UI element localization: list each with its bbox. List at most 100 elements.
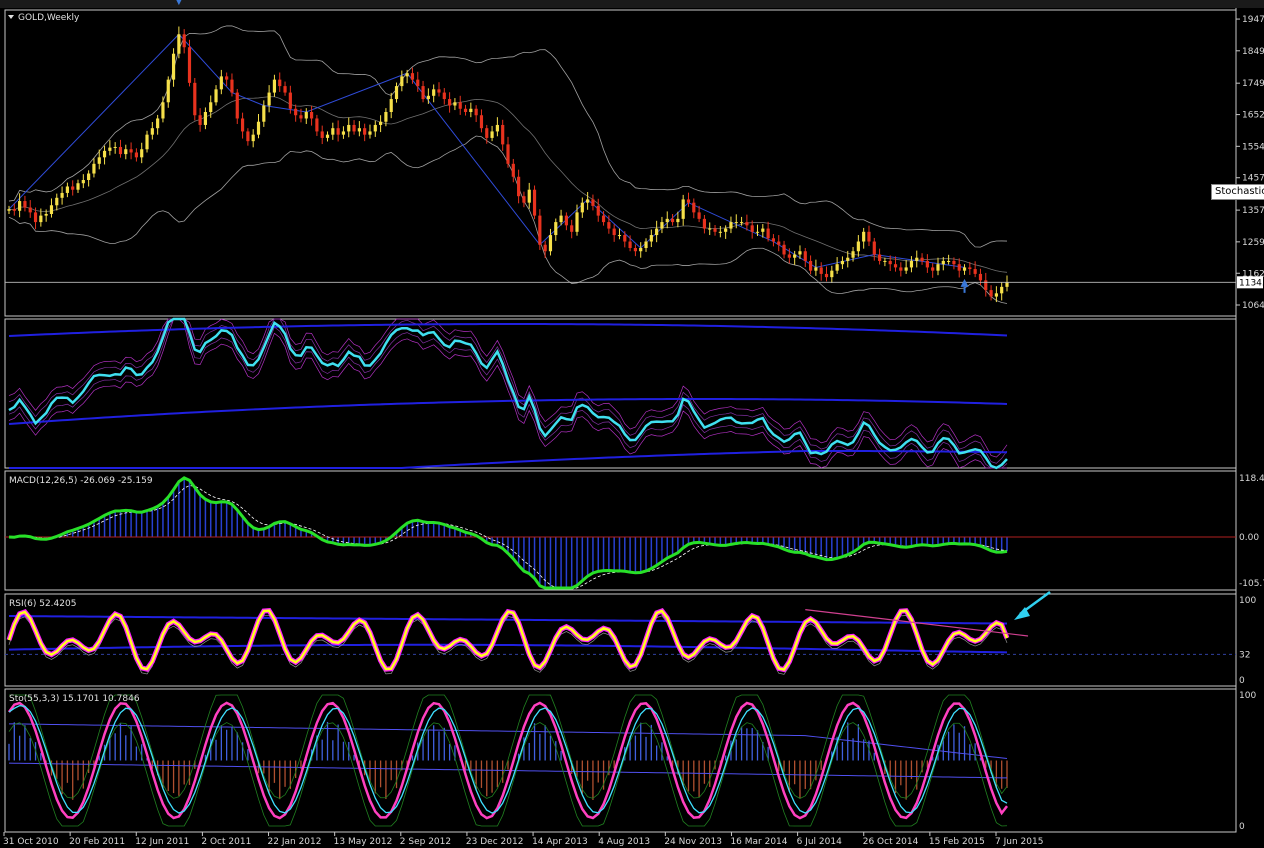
candle-body [458,102,462,109]
candle-body [782,244,786,255]
candle-body [65,186,69,193]
candle-body [134,152,138,158]
candle-body [373,124,377,132]
chart-title: GOLD,Weekly [18,13,80,23]
stochastic-axis-label: 100 [1239,691,1256,701]
candle-body [697,212,701,219]
stochastic-axis-label: 0 [1239,822,1245,832]
price-axis-label: 1947 [1242,15,1264,25]
candle-body [957,264,961,271]
candle-body [347,124,351,132]
candle-body [182,34,186,48]
candle-body [915,257,919,261]
candle-body [554,222,558,236]
candle-body [426,95,430,100]
x-axis-label: 2 Sep 2012 [400,837,451,847]
candle-body [479,115,484,129]
candle-body [623,235,627,242]
price-axis-label: 1849. [1242,47,1264,57]
candle-body [166,79,170,103]
candle-body [835,264,839,271]
candle-body [920,257,924,261]
stochastic-legend-tag[interactable]: Stochastic [1211,184,1264,200]
candle-body [124,149,128,155]
candle-body [384,112,388,122]
candle-body [474,108,478,116]
candle-body [44,214,48,216]
candle-body [7,209,11,211]
candle-body [607,222,611,229]
candle-body [363,128,367,135]
candle-body [893,264,898,268]
candle-body [278,79,282,87]
candle-body [336,128,340,135]
candle-body [830,270,834,278]
x-axis-label: 31 Oct 2010 [3,837,59,847]
candle-body [808,260,813,271]
candle-body [862,231,866,242]
x-axis-label: 26 Oct 2014 [863,837,919,847]
candle-body [129,149,133,153]
candle-body [230,79,234,93]
candle-body [925,260,929,268]
candle-body [283,86,287,93]
candle-body [888,260,892,265]
candle-body [76,183,80,190]
rsi-axis-label: 100 [1239,596,1256,606]
candle-body [973,269,977,274]
candle-body [193,82,197,116]
candle-body [612,228,616,236]
candle-body [405,73,409,77]
price-axis-label: 1554. [1242,142,1264,152]
macd-axis-label: 118.45 [1239,474,1264,484]
candle-body [633,248,637,252]
candle-body [442,92,446,100]
candle-body [55,197,59,206]
candle-body [203,112,208,125]
candle-body [448,99,452,106]
candle-body [846,257,850,261]
candle-body [87,173,91,180]
candle-body [240,118,245,132]
candle-body [867,231,871,242]
candle-body [586,199,590,203]
candle-body [522,196,526,203]
x-axis-label: 16 Mar 2014 [730,837,787,847]
candle-body [702,218,707,229]
candle-body [532,189,537,216]
candle-body [601,215,606,223]
candle-body [352,124,356,132]
candle-body [755,231,760,233]
candle-body [978,273,983,281]
candle-body [235,92,239,119]
x-axis-label: 7 Jun 2015 [995,837,1043,847]
x-axis-label: 14 Apr 2013 [532,837,588,847]
macd-axis-label: -105.7 [1239,579,1264,589]
candle-body [548,235,553,252]
candle-body [309,112,314,119]
candle-body [718,231,722,233]
candle-body [394,86,399,100]
candle-body [750,225,754,232]
candle-body [570,225,574,232]
candle-body [628,241,632,248]
candle-body [787,254,791,258]
candle-body [883,260,887,262]
candle-body [97,157,101,164]
x-axis-label: 12 Jun 2011 [135,837,189,847]
candle-body [410,73,415,80]
candle-body [209,102,213,112]
candle-body [639,248,643,252]
candle-body [872,241,876,255]
candle-body [724,228,728,232]
candle-body [495,124,499,132]
candle-body [416,79,420,87]
candle-body [140,149,144,158]
candle-body [267,92,271,106]
candle-body [575,212,579,232]
candle-body [761,228,765,232]
candle-body [23,201,27,208]
candle-body [156,118,160,129]
candle-body [543,244,547,252]
candle-body [527,189,531,203]
